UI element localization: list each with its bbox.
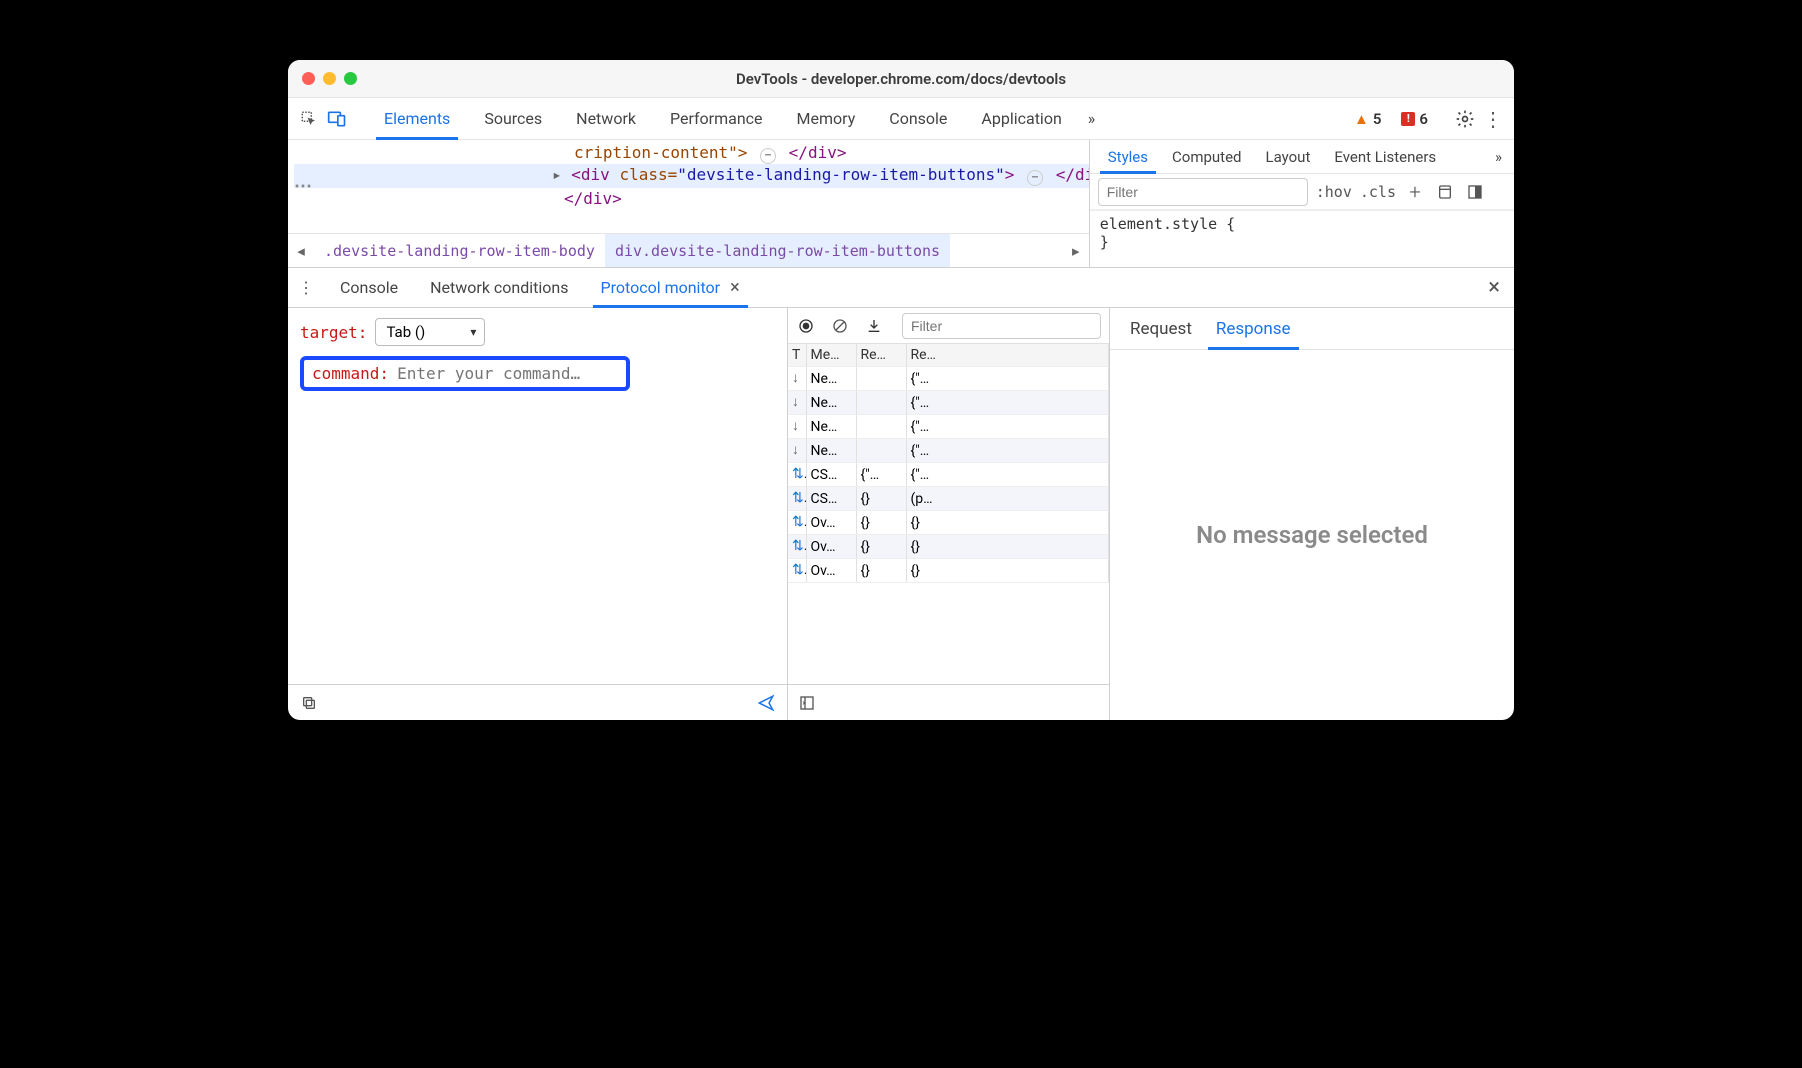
table-row[interactable]: ↓Ne…{"… [788, 391, 1109, 415]
warnings-badge[interactable]: ▲ 5 [1354, 110, 1381, 128]
styles-sidebar: Styles Computed Layout Event Listeners »… [1089, 140, 1514, 267]
styles-filter-input[interactable] [1098, 178, 1308, 206]
tab-sources[interactable]: Sources [470, 98, 556, 139]
detail-tab-response[interactable]: Response [1210, 308, 1297, 349]
errors-badge[interactable]: ! 6 [1401, 110, 1428, 128]
computed-styles-sidebar-icon[interactable] [1434, 181, 1456, 203]
target-label: target: [300, 323, 367, 342]
protocol-monitor-detail: Request Response No message selected [1110, 308, 1514, 720]
device-toolbar-icon[interactable] [326, 108, 348, 130]
settings-icon[interactable] [1454, 108, 1476, 130]
detail-tab-request[interactable]: Request [1124, 308, 1198, 349]
minimize-window-button[interactable] [323, 72, 336, 85]
protocol-filter-input[interactable] [902, 313, 1101, 339]
hov-toggle[interactable]: :hov [1316, 183, 1352, 201]
breadcrumb-item[interactable]: .devsite-landing-row-item-body [314, 242, 605, 260]
warning-icon: ▲ [1354, 110, 1369, 128]
styles-tab-styles[interactable]: Styles [1096, 140, 1160, 173]
tab-application[interactable]: Application [967, 98, 1075, 139]
dom-closing-tag: </div> [294, 188, 1089, 210]
command-label: command: [312, 364, 389, 383]
protocol-monitor-messages: T Me… Re… Re… ↓Ne…{"…↓Ne…{"…↓Ne…{"…↓Ne…{… [788, 308, 1110, 720]
rendering-emulations-icon[interactable] [1464, 181, 1486, 203]
drawer-tab-console[interactable]: Console [324, 268, 414, 307]
close-window-button[interactable] [302, 72, 315, 85]
command-input[interactable] [397, 364, 618, 383]
collapsed-node-icon[interactable]: ⋯ [760, 148, 776, 164]
col-method[interactable]: Me… [806, 344, 856, 367]
main-toolbar: Elements Sources Network Performance Mem… [288, 98, 1514, 140]
error-icon: ! [1401, 112, 1415, 126]
table-row[interactable]: ⇅Ov…{}{} [788, 559, 1109, 583]
dom-breadcrumb: ◂ .devsite-landing-row-item-body div.dev… [288, 233, 1089, 267]
styles-tab-computed[interactable]: Computed [1160, 140, 1254, 173]
inspect-element-icon[interactable] [298, 108, 320, 130]
tab-console[interactable]: Console [875, 98, 961, 139]
target-select[interactable]: Tab () [375, 318, 485, 346]
drawer-tab-network-conditions[interactable]: Network conditions [414, 268, 584, 307]
drawer: ⋮ Console Network conditions Protocol mo… [288, 268, 1514, 720]
collapsed-node-icon[interactable]: ⋯ [1027, 170, 1043, 186]
drawer-menu-icon[interactable]: ⋮ [294, 276, 318, 300]
command-input-container: command: [300, 356, 630, 391]
tab-elements[interactable]: Elements [370, 98, 464, 139]
zoom-window-button[interactable] [344, 72, 357, 85]
close-tab-icon[interactable]: × [730, 277, 740, 298]
drawer-tab-protocol-monitor[interactable]: Protocol monitor × [585, 268, 756, 307]
styles-tabs-overflow[interactable]: » [1489, 140, 1508, 173]
download-icon[interactable] [864, 316, 884, 336]
devtools-window: DevTools - developer.chrome.com/docs/dev… [288, 60, 1514, 720]
col-request[interactable]: Re… [856, 344, 906, 367]
selected-dom-node[interactable]: ▸ <div class="devsite-landing-row-item-b… [294, 164, 1089, 188]
table-row[interactable]: ⇅Ov…{}{} [788, 535, 1109, 559]
breadcrumb-next-icon[interactable]: ▸ [1063, 242, 1089, 260]
table-row[interactable]: ⇅Ov…{}{} [788, 511, 1109, 535]
record-icon[interactable] [796, 316, 816, 336]
detail-empty-state: No message selected [1110, 350, 1514, 720]
tab-memory[interactable]: Memory [783, 98, 870, 139]
col-response[interactable]: Re… [906, 344, 1109, 367]
protocol-monitor-left: target: Tab () command: [288, 308, 788, 720]
messages-table[interactable]: T Me… Re… Re… ↓Ne…{"…↓Ne…{"…↓Ne…{"…↓Ne…{… [788, 344, 1109, 583]
main-menu-icon[interactable]: ⋮ [1482, 108, 1504, 130]
table-row[interactable]: ↓Ne…{"… [788, 439, 1109, 463]
send-command-icon[interactable] [755, 692, 777, 714]
styles-rule-view[interactable]: element.style { } [1090, 210, 1514, 267]
cls-toggle[interactable]: .cls [1360, 183, 1396, 201]
breadcrumb-prev-icon[interactable]: ◂ [288, 242, 314, 260]
drawer-tabs: ⋮ Console Network conditions Protocol mo… [288, 268, 1514, 308]
table-row[interactable]: ↓Ne…{"… [788, 415, 1109, 439]
copy-icon[interactable] [298, 692, 320, 714]
table-row[interactable]: ↓Ne…{"… [788, 367, 1109, 391]
clear-icon[interactable] [830, 316, 850, 336]
window-title: DevTools - developer.chrome.com/docs/dev… [288, 70, 1514, 88]
toggle-editor-icon[interactable] [796, 692, 818, 714]
styles-tab-layout[interactable]: Layout [1254, 140, 1323, 173]
col-type[interactable]: T [788, 344, 806, 367]
new-style-rule-icon[interactable]: + [1404, 181, 1426, 203]
titlebar: DevTools - developer.chrome.com/docs/dev… [288, 60, 1514, 98]
styles-tab-event-listeners[interactable]: Event Listeners [1322, 140, 1448, 173]
tab-network[interactable]: Network [562, 98, 650, 139]
tab-performance[interactable]: Performance [656, 98, 777, 139]
table-row[interactable]: ⇅CS…{}(p… [788, 487, 1109, 511]
traffic-lights [302, 72, 357, 85]
breadcrumb-item-active[interactable]: div.devsite-landing-row-item-buttons [605, 234, 950, 267]
table-row[interactable]: ⇅CS…{"…{"… [788, 463, 1109, 487]
dom-tree[interactable]: ⋯ cription-content"> ⋯ </div> ▸ <div cla… [288, 140, 1089, 267]
elements-panel: ⋯ cription-content"> ⋯ </div> ▸ <div cla… [288, 140, 1514, 268]
tabs-overflow-button[interactable]: » [1082, 98, 1102, 139]
dom-overflow-indicator: ⋯ [294, 176, 312, 197]
close-drawer-icon[interactable]: × [1488, 275, 1500, 300]
